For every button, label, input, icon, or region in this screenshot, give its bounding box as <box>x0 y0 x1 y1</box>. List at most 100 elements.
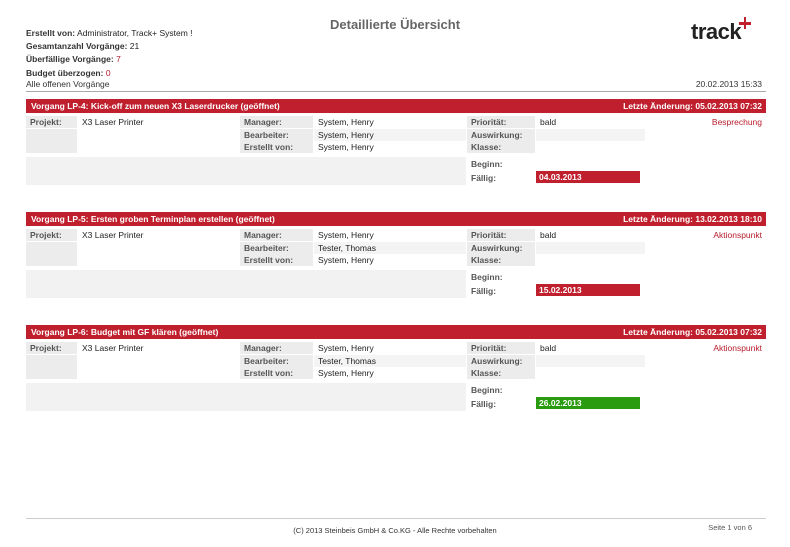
issue-header[interactable]: Vorgang LP-6: Budget mit GF klären (geöf… <box>26 325 766 339</box>
issue-type: Aktionspunkt <box>713 230 762 240</box>
issue-block: Vorgang LP-4: Kick-off zum neuen X3 Lase… <box>26 99 766 185</box>
responsible-label: Bearbeiter: <box>240 354 313 367</box>
issue-title[interactable]: Vorgang LP-5: Ersten groben Terminplan e… <box>31 214 275 224</box>
description-box <box>26 383 466 411</box>
responsible-label: Bearbeiter: <box>240 241 313 254</box>
empty-value <box>78 129 239 141</box>
filter-line: Alle offenen Vorgänge 20.02.2013 15:33 <box>26 79 766 91</box>
priority-label: Priorität: <box>467 229 535 241</box>
issue-row: Projekt: X3 Laser Printer Manager: System, … <box>26 229 766 241</box>
issue-row: Erstellt von: System, Henry Klasse: <box>26 141 766 153</box>
project-value: X3 Laser Printer <box>82 117 144 127</box>
description-box <box>26 157 466 185</box>
issue-type: Aktionspunkt <box>713 343 762 353</box>
filter-name: Alle offenen Vorgänge <box>26 79 110 89</box>
severity-label: Auswirkung: <box>467 354 535 367</box>
issue-last-change: Letzte Änderung: 13.02.2013 18:10 <box>623 214 762 224</box>
class-label: Klasse: <box>467 254 535 266</box>
project-label: Projekt: <box>26 229 77 241</box>
priority-label: Priorität: <box>467 342 535 354</box>
manager-label: Manager: <box>240 342 313 354</box>
severity-label: Auswirkung: <box>467 241 535 254</box>
responsible-label: Bearbeiter: <box>240 128 313 141</box>
due-label: Fällig: <box>471 173 497 183</box>
manager-value: System, Henry <box>318 117 374 127</box>
divider <box>26 91 766 92</box>
priority-value: bald <box>540 343 557 353</box>
originator-value: System, Henry <box>318 142 374 152</box>
originator-value: System, Henry <box>318 255 374 265</box>
footer-divider <box>26 518 766 519</box>
empty-label <box>26 141 77 153</box>
issue-row: Erstellt von: System, Henry Klasse: <box>26 367 766 379</box>
responsible-value: Tester, Thomas <box>314 241 466 254</box>
severity-label: Auswirkung: <box>467 128 535 141</box>
issue-row: Bearbeiter: System, Henry Auswirkung: <box>26 128 766 141</box>
created-by-line: Erstellt von: Administrator, Track+ Syst… <box>26 28 193 38</box>
issue-row: Erstellt von: System, Henry Klasse: <box>26 254 766 266</box>
class-value <box>536 141 645 153</box>
empty-label <box>26 254 77 266</box>
budget-overrun-line: Budget überzogen: 0 <box>26 67 111 78</box>
report-summary: Erstellt von: Administrator, Track+ Syst… <box>26 27 193 80</box>
due-date-badge: 26.02.2013 <box>536 397 640 409</box>
priority-value: bald <box>540 230 557 240</box>
issue-block: Vorgang LP-6: Budget mit GF klären (geöf… <box>26 325 766 411</box>
page-title: Detaillierte Übersicht <box>330 17 461 32</box>
responsible-value: System, Henry <box>314 128 466 141</box>
manager-value: System, Henry <box>318 230 374 240</box>
due-date-badge: 15.02.2013 <box>536 284 640 296</box>
priority-value: bald <box>540 117 557 127</box>
empty-label <box>26 367 77 379</box>
total-issues-line: Gesamtanzahl Vorgänge: 21 <box>26 41 140 52</box>
issue-title[interactable]: Vorgang LP-6: Budget mit GF klären (geöf… <box>31 327 218 337</box>
originator-label: Erstellt von: <box>240 367 313 379</box>
project-value: X3 Laser Printer <box>82 343 144 353</box>
manager-value: System, Henry <box>318 343 374 353</box>
issue-row: Projekt: X3 Laser Printer Manager: System, … <box>26 342 766 354</box>
report-date: 20.02.2013 15:33 <box>695 79 762 89</box>
project-value: X3 Laser Printer <box>82 230 144 240</box>
issue-block: Vorgang LP-5: Ersten groben Terminplan e… <box>26 212 766 298</box>
empty-value <box>78 254 239 266</box>
page-number: Seite 1 von 6 <box>708 523 752 532</box>
issue-last-change: Letzte Änderung: 05.02.2013 07:32 <box>623 327 762 337</box>
manager-label: Manager: <box>240 229 313 241</box>
description-box <box>26 270 466 298</box>
empty-label <box>26 241 77 254</box>
severity-value <box>536 241 645 254</box>
severity-value <box>536 128 645 141</box>
due-label: Fällig: <box>471 286 497 296</box>
class-value <box>536 367 645 379</box>
project-label: Projekt: <box>26 342 77 354</box>
issue-row: Projekt: X3 Laser Printer Manager: System, … <box>26 116 766 128</box>
class-label: Klasse: <box>467 141 535 153</box>
start-label: Beginn: <box>471 272 503 282</box>
empty-label <box>26 354 77 367</box>
originator-value: System, Henry <box>318 368 374 378</box>
class-label: Klasse: <box>467 367 535 379</box>
class-value <box>536 254 645 266</box>
empty-label <box>26 128 77 141</box>
project-label: Projekt: <box>26 116 77 128</box>
originator-label: Erstellt von: <box>240 141 313 153</box>
issue-type: Besprechung <box>711 117 762 127</box>
empty-value <box>78 141 239 153</box>
issue-title[interactable]: Vorgang LP-4: Kick-off zum neuen X3 Lase… <box>31 101 280 111</box>
originator-label: Erstellt von: <box>240 254 313 266</box>
due-label: Fällig: <box>471 399 497 409</box>
priority-label: Priorität: <box>467 116 535 128</box>
issue-row: Bearbeiter: Tester, Thomas Auswirkung: <box>26 241 766 254</box>
issue-header[interactable]: Vorgang LP-5: Ersten groben Terminplan e… <box>26 212 766 226</box>
empty-value <box>78 367 239 379</box>
footer-copyright: (C) 2013 Steinbeis GmbH & Co.KG - Alle R… <box>293 526 497 535</box>
severity-value <box>536 354 645 367</box>
issue-header[interactable]: Vorgang LP-4: Kick-off zum neuen X3 Lase… <box>26 99 766 113</box>
issue-row: Bearbeiter: Tester, Thomas Auswirkung: <box>26 354 766 367</box>
start-label: Beginn: <box>471 385 503 395</box>
start-label: Beginn: <box>471 159 503 169</box>
manager-label: Manager: <box>240 116 313 128</box>
overdue-issues-line: Überfällige Vorgänge: 7 <box>26 54 121 65</box>
issue-last-change: Letzte Änderung: 05.02.2013 07:32 <box>623 101 762 111</box>
empty-value <box>78 355 239 367</box>
